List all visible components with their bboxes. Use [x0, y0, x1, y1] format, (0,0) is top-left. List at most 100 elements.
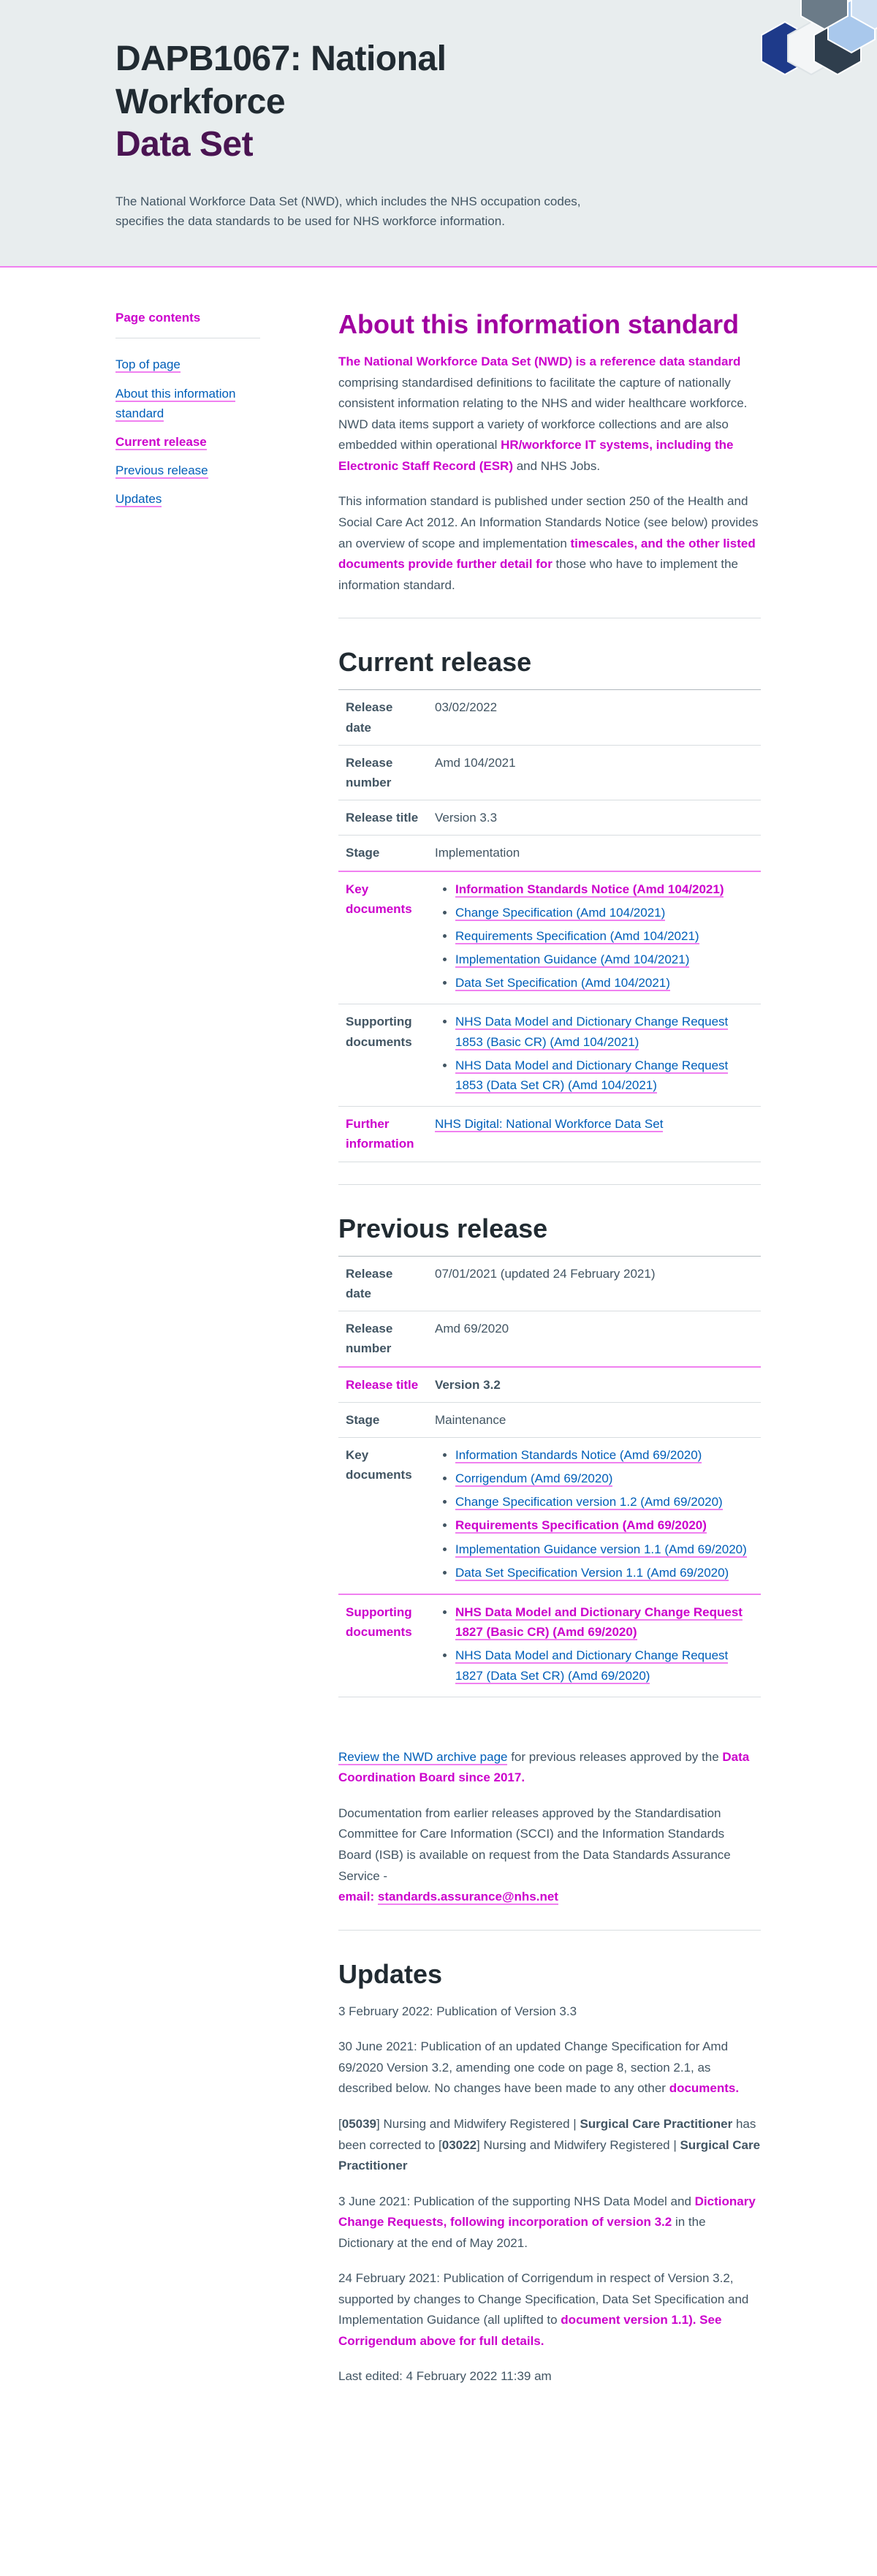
table-row: Key documents Information Standards Noti…	[338, 1437, 761, 1595]
archive-text: for previous releases approved by the	[507, 1749, 723, 1764]
section-divider	[338, 1183, 761, 1185]
occupation-code: 05039	[341, 2116, 377, 2131]
updates-heading: Updates	[338, 1958, 443, 1989]
hexagon-pattern-graphic	[761, 0, 877, 76]
about-paragraph-2: This information standard is published u…	[338, 491, 761, 596]
section-divider	[338, 1929, 761, 1931]
archive-section: Review the NWD archive page for previous…	[338, 1747, 761, 1908]
update-text: 3 June 2021: Publication of the supporti…	[338, 2194, 695, 2208]
table-row: Release number Amd 69/2020	[338, 1311, 761, 1367]
document-link[interactable]: NHS Data Model and Dictionary Change Req…	[455, 1648, 729, 1684]
occupation-code: 03022	[441, 2137, 477, 2152]
email-label: email:	[338, 1890, 378, 1904]
about-paragraph-1: The National Workforce Data Set (NWD) is…	[338, 352, 761, 477]
row-label: Key documents	[346, 1447, 412, 1482]
document-link[interactable]: Corrigendum (Amd 69/2020)	[455, 1471, 613, 1488]
current-release-heading: Current release	[338, 647, 532, 678]
page-contents-title: Page contents	[115, 308, 260, 339]
table-row: Supporting documents NHS Data Model and …	[338, 1004, 761, 1107]
row-label: Further information	[346, 1117, 414, 1151]
row-label: Key documents	[346, 882, 412, 916]
row-label: Stage	[346, 1412, 380, 1427]
toc-link-current-release[interactable]: Current release	[115, 434, 207, 450]
update-item: 3 February 2022: Publication of Version …	[338, 2004, 577, 2018]
row-label: Release title	[346, 811, 419, 825]
release-date-value: 03/02/2022	[435, 700, 498, 715]
row-label: Supporting documents	[346, 1015, 412, 1049]
archive-paragraph: Review the NWD archive page for previous…	[338, 1747, 761, 1789]
about-section: About this information standard The Nati…	[338, 308, 761, 596]
row-label: Supporting documents	[346, 1605, 412, 1640]
table-row: Release date 07/01/2021 (updated 24 Febr…	[338, 1256, 761, 1311]
document-link[interactable]: Implementation Guidance (Amd 104/2021)	[455, 952, 690, 969]
release-number-value: Amd 104/2021	[435, 755, 516, 770]
document-link[interactable]: Data Set Specification Version 1.1 (Amd …	[455, 1565, 729, 1581]
key-documents-list: Information Standards Notice (Amd 69/202…	[428, 1437, 761, 1594]
previous-release-table: Release date 07/01/2021 (updated 24 Febr…	[338, 1256, 761, 1697]
table-row: Supporting documents NHS Data Model and …	[338, 1594, 761, 1697]
row-label: Release date	[346, 1266, 393, 1300]
release-title-value: Version 3.2	[435, 1377, 501, 1392]
row-label: Release number	[346, 755, 393, 789]
previous-release-heading: Previous release	[338, 1213, 548, 1243]
table-row: Release title Version 3.3	[338, 800, 761, 836]
page-header: DAPB1067: National Workforce Data Set Th…	[0, 0, 877, 268]
update-item: 3 June 2021: Publication of the supporti…	[338, 2192, 761, 2254]
row-label: Release title	[346, 1377, 419, 1392]
updates-section: Updates 3 February 2022: Publication of …	[338, 1958, 761, 2387]
update-item: 30 June 2021: Publication of an updated …	[338, 2037, 761, 2099]
document-link[interactable]: Implementation Guidance version 1.1 (Amd…	[455, 1542, 747, 1558]
previous-release-section: Previous release Release date 07/01/2021…	[338, 1213, 761, 1697]
supporting-documents-list: NHS Data Model and Dictionary Change Req…	[428, 1594, 761, 1697]
current-release-section: Current release Release date 03/02/2022 …	[338, 646, 761, 1162]
row-label: Release number	[346, 1322, 393, 1356]
update-text: ] Nursing and Midwifery Registered |	[477, 2137, 680, 2152]
document-link[interactable]: Change Specification version 1.2 (Amd 69…	[455, 1495, 723, 1511]
release-title-value: Version 3.3	[435, 811, 498, 825]
document-link[interactable]: Change Specification (Amd 104/2021)	[455, 905, 666, 921]
document-link[interactable]: Information Standards Notice (Amd 104/20…	[455, 882, 724, 898]
document-link[interactable]: Requirements Specification (Amd 104/2021…	[455, 928, 699, 944]
toc-link-top-of-page[interactable]: Top of page	[115, 357, 181, 374]
main-content: About this information standard The Nati…	[338, 308, 761, 2402]
update-text: ] Nursing and Midwifery Registered |	[376, 2116, 580, 2131]
page-intro: The National Workforce Data Set (NWD), w…	[115, 194, 581, 228]
release-number-value: Amd 69/2020	[435, 1322, 509, 1336]
row-label: Stage	[346, 846, 380, 860]
release-date-value: 07/01/2021 (updated 24 February 2021)	[435, 1266, 656, 1281]
document-link[interactable]: NHS Data Model and Dictionary Change Req…	[455, 1015, 729, 1050]
toc-link-about[interactable]: About this information standard	[115, 386, 236, 422]
table-row: Stage Maintenance	[338, 1402, 761, 1438]
page-title-line2: Data Set	[115, 125, 254, 164]
about-highlight-1: The National Workforce Data Set (NWD) is…	[338, 355, 741, 369]
table-row: Release title Version 3.2	[338, 1366, 761, 1403]
further-information-link[interactable]: NHS Digital: National Workforce Data Set	[435, 1117, 664, 1133]
stage-value: Maintenance	[435, 1412, 506, 1427]
document-link[interactable]: Data Set Specification (Amd 104/2021)	[455, 976, 670, 992]
last-edited: Last edited: 4 February 2022 11:39 am	[338, 2369, 552, 2384]
current-release-table: Release date 03/02/2022 Release number A…	[338, 689, 761, 1162]
page-contents-nav: Page contents Top of page About this inf…	[115, 308, 260, 518]
document-link[interactable]: NHS Data Model and Dictionary Change Req…	[455, 1605, 743, 1641]
row-label: Release date	[346, 700, 393, 735]
page-title-line1: DAPB1067: National Workforce	[115, 39, 447, 121]
email-link[interactable]: standards.assurance@nhs.net	[377, 1890, 558, 1906]
toc-link-updates[interactable]: Updates	[115, 492, 162, 508]
document-link[interactable]: NHS Data Model and Dictionary Change Req…	[455, 1058, 729, 1094]
table-row: Release date 03/02/2022	[338, 689, 761, 746]
archive-link[interactable]: Review the NWD archive page	[338, 1749, 508, 1765]
table-row: Key documents Information Standards Noti…	[338, 871, 761, 1004]
stage-value: Implementation	[435, 846, 520, 860]
table-row: Further information NHS Digital: Nationa…	[338, 1107, 761, 1162]
update-highlight: documents.	[669, 2081, 740, 2096]
document-link[interactable]: Information Standards Notice (Amd 69/202…	[455, 1447, 702, 1463]
about-heading: About this information standard	[338, 309, 739, 339]
about-text-1b: and NHS Jobs.	[513, 458, 601, 473]
toc-link-previous-release[interactable]: Previous release	[115, 463, 208, 480]
archive-paragraph-2: Documentation from earlier releases appr…	[338, 1803, 761, 1908]
occupation-name: Surgical Care Practitioner	[580, 2116, 733, 2131]
page-title: DAPB1067: National Workforce Data Set	[115, 38, 598, 167]
document-link[interactable]: Requirements Specification (Amd 69/2020)	[455, 1518, 707, 1534]
supporting-documents-list: NHS Data Model and Dictionary Change Req…	[428, 1004, 761, 1107]
further-information-cell: NHS Digital: National Workforce Data Set	[428, 1107, 761, 1162]
